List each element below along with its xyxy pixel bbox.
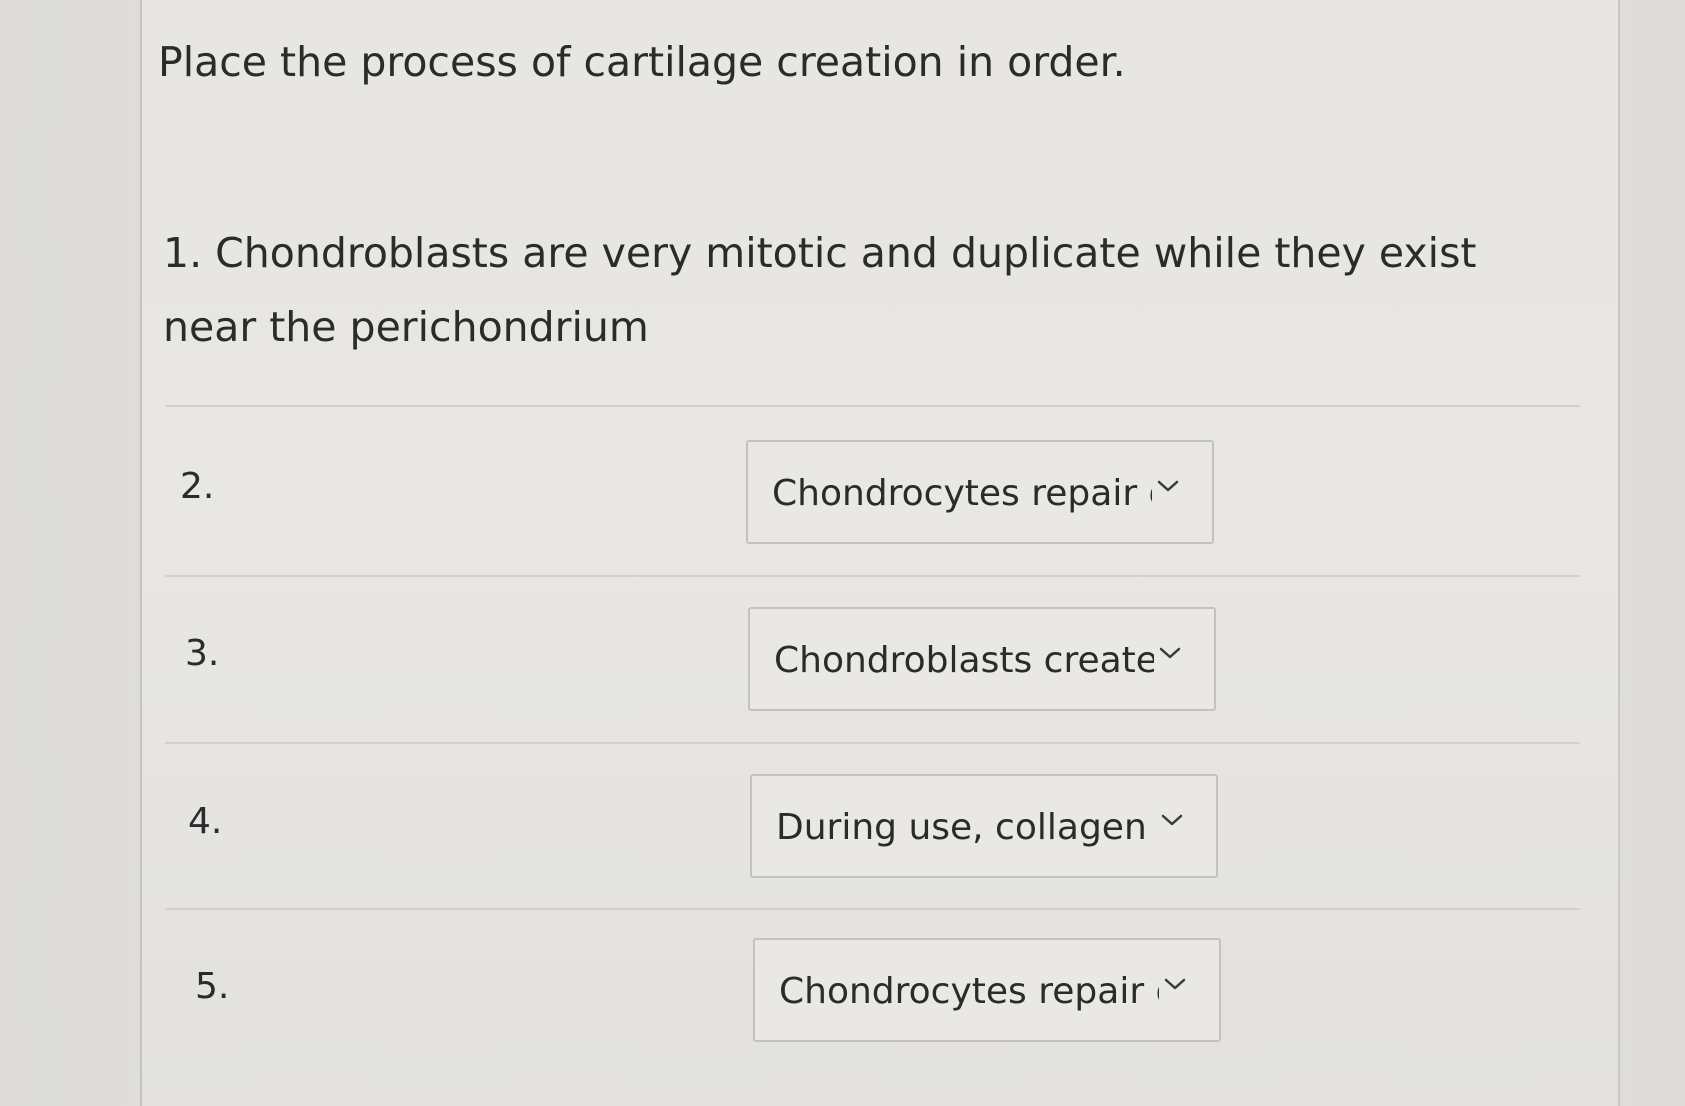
step-4-selected-value: During use, collagen fib bbox=[776, 807, 1156, 848]
divider bbox=[165, 405, 1580, 407]
chevron-down-icon bbox=[1157, 480, 1179, 492]
step-2-selected-value: Chondrocytes repair da bbox=[772, 473, 1152, 514]
step-number-3: 3. bbox=[185, 633, 220, 674]
step-number-4: 4. bbox=[188, 801, 223, 842]
step-2-dropdown[interactable]: Chondrocytes repair da bbox=[746, 440, 1214, 544]
chevron-down-icon bbox=[1161, 814, 1183, 826]
divider bbox=[165, 742, 1580, 744]
step-5-selected-value: Chondrocytes repair da bbox=[779, 971, 1159, 1012]
step-4-dropdown[interactable]: During use, collagen fib bbox=[750, 774, 1218, 878]
question-title: Place the process of cartilage creation … bbox=[158, 38, 1126, 86]
step-3-selected-value: Chondroblasts create an bbox=[774, 640, 1154, 681]
step-3-dropdown[interactable]: Chondroblasts create an bbox=[748, 607, 1216, 711]
step-number-5: 5. bbox=[195, 966, 230, 1007]
step-1-text: 1. Chondroblasts are very mitotic and du… bbox=[163, 229, 1477, 351]
divider bbox=[165, 908, 1580, 910]
step-5-dropdown[interactable]: Chondrocytes repair da bbox=[753, 938, 1221, 1042]
step-number-2: 2. bbox=[180, 466, 215, 507]
chevron-down-icon bbox=[1164, 978, 1186, 990]
chevron-down-icon bbox=[1159, 647, 1181, 659]
divider bbox=[165, 575, 1580, 577]
